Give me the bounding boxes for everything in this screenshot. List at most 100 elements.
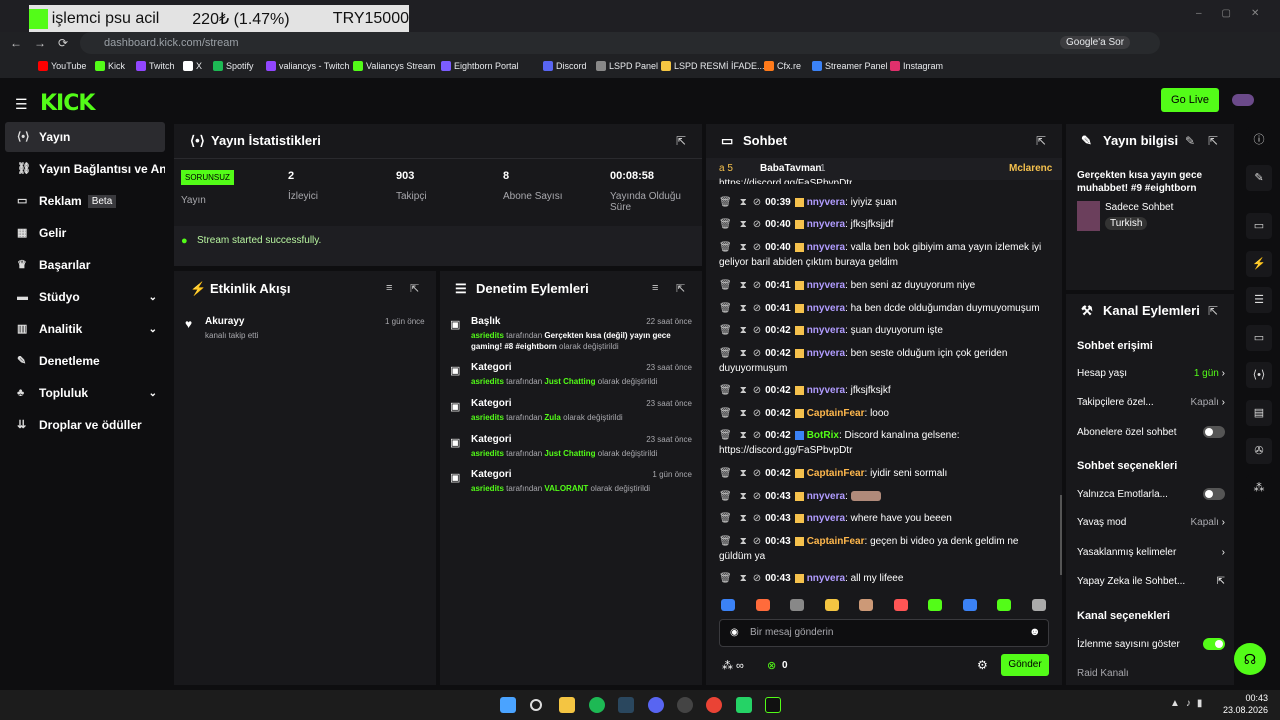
- account-age-row[interactable]: Hesap yaşı 1 gün ›: [1077, 368, 1225, 379]
- mod-user[interactable]: asriedits: [471, 484, 504, 493]
- show-views-row[interactable]: İzlenme sayısını göster: [1077, 638, 1225, 650]
- popout-icon[interactable]: ⇱: [676, 134, 686, 148]
- chat-username[interactable]: nnyvera: [807, 325, 845, 336]
- bookmark-item[interactable]: valiancys - Twitch: [266, 61, 349, 71]
- start-icon[interactable]: [500, 697, 516, 713]
- bookmark-item[interactable]: Cfx.re: [764, 61, 801, 71]
- app-icon[interactable]: [765, 697, 781, 713]
- timeout-icon[interactable]: ⧗: [740, 242, 747, 253]
- bookmark-item[interactable]: X: [183, 61, 202, 71]
- obs-icon[interactable]: [677, 697, 693, 713]
- bookmark-item[interactable]: Instagram: [890, 61, 943, 71]
- emote-only-toggle[interactable]: [1203, 488, 1225, 500]
- chrome-icon[interactable]: [706, 697, 722, 713]
- emote-icon[interactable]: [928, 599, 942, 611]
- chat-username[interactable]: CaptainFear: [807, 536, 865, 547]
- chat-username[interactable]: nnyvera: [807, 573, 845, 584]
- chat-username[interactable]: nnyvera: [807, 280, 845, 291]
- emote-icon[interactable]: [824, 599, 839, 611]
- info-icon[interactable]: ⓘ: [1246, 127, 1272, 153]
- delete-icon[interactable]: 🗑: [719, 430, 732, 441]
- timeout-icon[interactable]: ⧗: [740, 348, 747, 359]
- emote-icon[interactable]: [721, 599, 735, 611]
- timeout-icon[interactable]: ⧗: [740, 513, 747, 524]
- popout-icon[interactable]: ⇱: [1208, 304, 1218, 318]
- filter-icon[interactable]: ≡: [652, 282, 658, 294]
- bookmark-item[interactable]: Discord: [543, 61, 587, 71]
- ban-icon[interactable]: ⊘: [753, 325, 761, 336]
- sidebar-item[interactable]: ▥ Analitik ⌄: [5, 314, 165, 344]
- emote-icon[interactable]: [893, 599, 908, 611]
- subs-only-row[interactable]: Abonelere özel sohbet: [1077, 426, 1225, 438]
- mod-user[interactable]: asriedits: [471, 449, 504, 458]
- list-icon[interactable]: ☰: [1246, 287, 1272, 313]
- edit-icon[interactable]: ✎: [1185, 134, 1195, 148]
- timeout-icon[interactable]: ⧗: [740, 573, 747, 584]
- timeout-icon[interactable]: ⧗: [740, 280, 747, 291]
- bookmark-item[interactable]: Eightborn Portal: [441, 61, 519, 71]
- chat-icon[interactable]: ▭: [1246, 325, 1272, 351]
- timeout-icon[interactable]: ⧗: [740, 536, 747, 547]
- chat-username[interactable]: nnyvera: [807, 491, 845, 502]
- popout-icon[interactable]: ⇱: [410, 282, 419, 295]
- popout-icon[interactable]: ⇱: [676, 282, 685, 295]
- google-ask-button[interactable]: Google'a Sor: [1060, 36, 1131, 49]
- mod-user[interactable]: asriedits: [471, 377, 504, 386]
- activity-user[interactable]: Akurayy: [205, 316, 244, 327]
- ban-icon[interactable]: ⊘: [753, 430, 761, 441]
- folder-icon[interactable]: [559, 697, 575, 713]
- timeout-icon[interactable]: ⧗: [740, 219, 747, 230]
- stack-icon[interactable]: ▤: [1246, 400, 1272, 426]
- bolt-icon[interactable]: ⚡: [1246, 251, 1272, 277]
- delete-icon[interactable]: 🗑: [719, 573, 732, 584]
- emote-icon[interactable]: [859, 599, 873, 611]
- filter-icon[interactable]: ≡: [386, 282, 392, 294]
- send-button[interactable]: Gönder: [1001, 654, 1049, 676]
- delete-icon[interactable]: 🗑: [719, 513, 732, 524]
- chat-username[interactable]: nnyvera: [807, 242, 845, 253]
- ai-chat-row[interactable]: Yapay Zeka ile Sohbet... ⇱: [1077, 576, 1225, 587]
- emoji-icon[interactable]: ☻: [1029, 626, 1041, 638]
- emote-icon[interactable]: [997, 599, 1011, 611]
- ban-icon[interactable]: ⊘: [753, 513, 761, 524]
- emote-icon[interactable]: [790, 599, 804, 611]
- chat-username[interactable]: nnyvera: [807, 513, 845, 524]
- ban-icon[interactable]: ⊘: [753, 280, 761, 291]
- support-button[interactable]: ☊: [1234, 643, 1266, 675]
- avatar[interactable]: [1232, 94, 1254, 106]
- popout-icon[interactable]: ⇱: [1036, 134, 1046, 148]
- delete-icon[interactable]: 🗑: [719, 242, 732, 253]
- delete-icon[interactable]: 🗑: [719, 325, 732, 336]
- mod-user[interactable]: asriedits: [471, 413, 504, 422]
- emote-icon[interactable]: [962, 599, 977, 611]
- delete-icon[interactable]: 🗑: [719, 408, 732, 419]
- emote-only-row[interactable]: Yalnızca Emotlarla...: [1077, 488, 1225, 500]
- menu-icon[interactable]: ☰: [15, 96, 28, 113]
- ban-icon[interactable]: ⊘: [753, 219, 761, 230]
- ban-icon[interactable]: ⊘: [753, 197, 761, 208]
- delete-icon[interactable]: 🗑: [719, 197, 732, 208]
- timeout-icon[interactable]: ⧗: [740, 325, 747, 336]
- popout-icon[interactable]: ⇱: [1208, 134, 1218, 148]
- ban-icon[interactable]: ⊘: [753, 491, 761, 502]
- chat-username[interactable]: CaptainFear: [807, 408, 865, 419]
- delete-icon[interactable]: 🗑: [719, 536, 732, 547]
- emote-icon[interactable]: [1031, 599, 1046, 611]
- delete-icon[interactable]: 🗑: [719, 303, 732, 314]
- discord-icon[interactable]: [648, 697, 664, 713]
- chat-username[interactable]: nnyvera: [807, 197, 845, 208]
- sidebar-item[interactable]: ♛ Başarılar: [5, 250, 165, 280]
- chat-username[interactable]: nnyvera: [807, 303, 845, 314]
- ban-icon[interactable]: ⊘: [753, 385, 761, 396]
- ban-icon[interactable]: ⊘: [753, 242, 761, 253]
- nav-buttons[interactable]: ←→⟳: [10, 36, 80, 50]
- followers-only-row[interactable]: Takipçilere özel... Kapalı ›: [1077, 397, 1225, 408]
- bookmark-item[interactable]: Streamer Panel: [812, 61, 888, 71]
- card-icon[interactable]: ▭: [1246, 213, 1272, 239]
- subs-only-toggle[interactable]: [1203, 426, 1225, 438]
- timeout-icon[interactable]: ⧗: [740, 408, 747, 419]
- bookmark-item[interactable]: Kick: [95, 61, 125, 71]
- ban-icon[interactable]: ⊘: [753, 408, 761, 419]
- chat-scrollbar[interactable]: [1060, 495, 1062, 575]
- infinity-icon[interactable]: ⁂ ∞: [722, 659, 744, 672]
